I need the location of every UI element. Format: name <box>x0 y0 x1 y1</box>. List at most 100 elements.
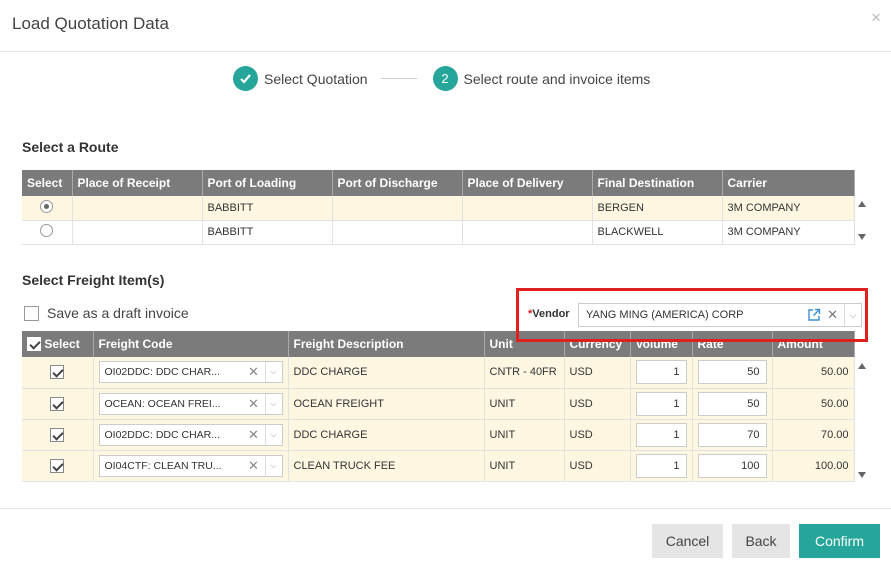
close-icon[interactable]: × <box>871 8 881 28</box>
freight-table: Select Freight Code Freight Description … <box>22 331 855 482</box>
volume-input[interactable]: 1 <box>635 422 687 447</box>
cell-amount: 70.00 <box>772 419 855 451</box>
cell-unit: CNTR - 40FR <box>484 357 565 389</box>
cell-amount: 50.00 <box>772 357 855 389</box>
chevron-down-icon[interactable]: ⌵ <box>845 310 861 321</box>
draft-invoice-option[interactable]: Save as a draft invoice <box>24 305 189 321</box>
route-radio[interactable] <box>40 224 54 237</box>
cell-currency: USD <box>564 357 631 389</box>
cell-place-of-delivery <box>462 196 593 221</box>
table-row[interactable]: OI02DDC: DDC CHAR... ✕ ⌵ DDC CHARGE UNIT USD 1… <box>22 419 855 451</box>
draft-invoice-checkbox[interactable] <box>24 305 39 321</box>
cell-carrier: 3M COMPANY <box>722 220 855 245</box>
back-button[interactable]: Back <box>732 524 790 558</box>
step-connector <box>380 78 417 79</box>
freight-code-value: OI02DDC: DDC CHAR... <box>104 428 221 441</box>
chevron-down-icon[interactable]: ⌵ <box>266 399 282 409</box>
col-port-of-discharge[interactable]: Port of Discharge <box>332 170 463 196</box>
cell-unit: UNIT <box>484 388 565 420</box>
draft-invoice-label: Save as a draft invoice <box>47 305 189 321</box>
dialog-title: Load Quotation Data <box>12 14 169 33</box>
cell-port-of-discharge <box>332 196 463 221</box>
clear-icon[interactable]: ✕ <box>247 396 261 412</box>
table-row[interactable]: OCEAN: OCEAN FREI... ✕ ⌵ OCEAN FREIGHT UNIT U… <box>22 388 855 420</box>
freight-code-select[interactable]: OCEAN: OCEAN FREI... ✕ ⌵ <box>98 392 283 415</box>
chevron-down-icon[interactable]: ⌵ <box>266 430 282 440</box>
col-freight-description[interactable]: Freight Description <box>288 331 485 357</box>
cell-carrier: 3M COMPANY <box>722 196 855 221</box>
scroll-up-icon[interactable] <box>858 201 866 207</box>
freight-scrollbar[interactable] <box>856 360 868 482</box>
vendor-select[interactable]: YANG MING (AMERICA) CORP ✕ ⌵ <box>578 303 862 327</box>
cell-freight-description: OCEAN FREIGHT <box>288 388 485 420</box>
col-place-of-delivery[interactable]: Place of Delivery <box>462 170 593 196</box>
rate-input[interactable]: 50 <box>697 391 767 416</box>
col-carrier[interactable]: Carrier <box>722 170 855 196</box>
cell-place-of-delivery <box>462 220 593 245</box>
scroll-down-icon[interactable] <box>858 472 866 478</box>
col-place-of-receipt[interactable]: Place of Receipt <box>72 170 203 196</box>
scroll-down-icon[interactable] <box>858 234 866 240</box>
external-link-icon[interactable] <box>807 308 821 322</box>
freight-code-select[interactable]: OI02DDC: DDC CHAR... ✕ ⌵ <box>98 423 283 446</box>
row-select-checkbox[interactable] <box>50 458 65 473</box>
cell-port-of-discharge <box>332 220 463 245</box>
table-row[interactable]: BABBITT BLACKWELL 3M COMPANY <box>22 220 855 245</box>
freight-code-select[interactable]: OI04CTF: CLEAN TRU... ✕ ⌵ <box>98 454 283 477</box>
chevron-down-icon[interactable]: ⌵ <box>266 367 282 377</box>
route-section-title: Select a Route <box>22 139 119 155</box>
clear-icon[interactable]: ✕ <box>247 364 261 380</box>
cell-port-of-loading: BABBITT <box>202 220 333 245</box>
row-select-checkbox[interactable] <box>50 365 65 380</box>
cell-currency: USD <box>564 450 631 482</box>
clear-icon[interactable]: ✕ <box>827 307 838 323</box>
route-header-row: Select Place of Receipt Port of Loading … <box>22 170 855 196</box>
cancel-button[interactable]: Cancel <box>652 524 723 558</box>
cell-place-of-receipt <box>72 196 203 221</box>
step-1-label: Select Quotation <box>264 70 368 87</box>
vendor-value: YANG MING (AMERICA) CORP <box>586 309 744 321</box>
cell-amount: 100.00 <box>772 450 855 482</box>
col-select[interactable]: Select <box>22 170 73 196</box>
cell-currency: USD <box>564 419 631 451</box>
stepper: Select Quotation 2 Select route and invo… <box>233 66 650 91</box>
rate-input[interactable]: 70 <box>697 422 767 447</box>
route-scrollbar[interactable] <box>856 198 868 244</box>
row-select-checkbox[interactable] <box>50 427 65 442</box>
volume-input[interactable]: 1 <box>635 453 687 478</box>
cell-port-of-loading: BABBITT <box>202 196 333 221</box>
cell-amount: 50.00 <box>772 388 855 420</box>
clear-icon[interactable]: ✕ <box>247 427 261 443</box>
freight-code-value: OCEAN: OCEAN FREI... <box>104 397 221 410</box>
cell-final-destination: BERGEN <box>592 196 723 221</box>
table-row[interactable]: BABBITT BERGEN 3M COMPANY <box>22 196 855 221</box>
freight-section-title: Select Freight Item(s) <box>22 272 165 288</box>
rate-input[interactable]: 50 <box>697 360 767 385</box>
chevron-down-icon[interactable]: ⌵ <box>266 461 282 471</box>
col-freight-code[interactable]: Freight Code <box>93 331 289 357</box>
confirm-button[interactable]: Confirm <box>799 524 880 558</box>
volume-input[interactable]: 1 <box>635 391 687 416</box>
cell-freight-description: DDC CHARGE <box>288 357 485 389</box>
cell-freight-description: CLEAN TRUCK FEE <box>288 450 485 482</box>
scroll-up-icon[interactable] <box>858 363 866 369</box>
col-final-destination[interactable]: Final Destination <box>592 170 723 196</box>
freight-code-value: OI04CTF: CLEAN TRU... <box>104 459 222 472</box>
col-port-of-loading[interactable]: Port of Loading <box>202 170 333 196</box>
freight-code-value: OI02DDC: DDC CHAR... <box>104 366 221 379</box>
rate-input[interactable]: 100 <box>697 453 767 478</box>
cell-freight-description: DDC CHARGE <box>288 419 485 451</box>
row-select-checkbox[interactable] <box>50 396 65 411</box>
table-row[interactable]: OI02DDC: DDC CHAR... ✕ ⌵ DDC CHARGE CNTR - 4… <box>22 357 855 389</box>
step-2-label: Select route and invoice items <box>463 70 651 87</box>
select-all-checkbox[interactable] <box>27 337 41 352</box>
cell-unit: UNIT <box>484 450 565 482</box>
clear-icon[interactable]: ✕ <box>247 458 261 474</box>
freight-code-select[interactable]: OI02DDC: DDC CHAR... ✕ ⌵ <box>98 361 283 384</box>
route-radio-selected[interactable] <box>40 199 54 213</box>
volume-input[interactable]: 1 <box>635 360 687 385</box>
cell-unit: UNIT <box>484 419 565 451</box>
cell-currency: USD <box>564 388 631 420</box>
col-select[interactable]: Select <box>22 331 94 357</box>
table-row[interactable]: OI04CTF: CLEAN TRU... ✕ ⌵ CLEAN TRUCK FEE UN… <box>22 450 855 482</box>
